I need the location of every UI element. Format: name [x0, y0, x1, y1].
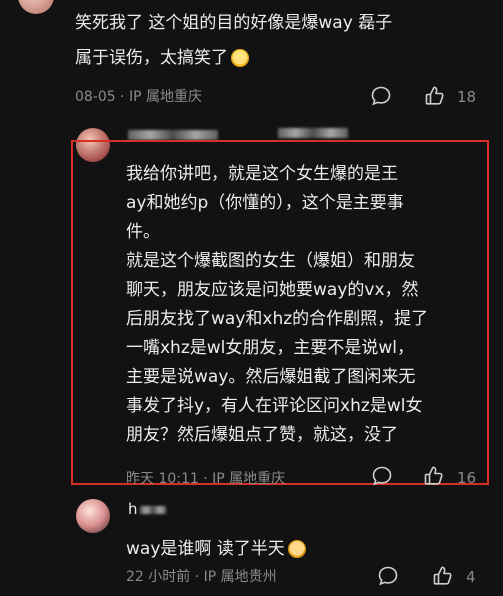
comment-text: 笑死我了 这个姐的目的好像是爆way 磊子 属于误伤，太搞笑了: [75, 9, 495, 73]
like-count: 4: [466, 568, 476, 586]
comment-line: 主要是说way。然后爆姐截了图闲来无: [126, 367, 416, 387]
cat-laughing-emoji: [287, 540, 306, 558]
comment-line: 件。: [126, 222, 160, 242]
like-count: 16: [457, 469, 477, 487]
comment-line: 事发了抖y，有人在评论区问xhz是wl女: [126, 396, 423, 416]
comment-text: way是谁啊 读了半天: [126, 535, 466, 564]
reply-icon[interactable]: [376, 564, 400, 588]
comment-line: 一嘴xhz是wl女朋友，主要不是说wl，: [126, 338, 415, 358]
comment-text: 我给你讲吧，就是这个女生爆的是王 ay和她约p（你懂的），这个是主要事 件。 就…: [126, 160, 496, 450]
comment-line: ay和她约p（你懂的），这个是主要事: [126, 193, 404, 213]
laughing-crying-emoji: [231, 49, 249, 67]
comment-line: 后朋友找了way和xhz的合作剧照，提了: [126, 309, 429, 329]
comment-meta: 昨天 10:11 · IP 属地重庆: [126, 471, 286, 487]
comment-line: 我给你讲吧，就是这个女生爆的是王: [126, 164, 398, 184]
blurred-username: [140, 506, 166, 514]
comment-meta: 08-05 · IP 属地重庆: [75, 89, 203, 105]
username-initial: h: [128, 500, 138, 518]
like-icon[interactable]: [431, 564, 455, 588]
comment-meta: 22 小时前 · IP 属地贵州: [126, 569, 277, 585]
avatar[interactable]: [18, 0, 54, 14]
comment-line-text: 属于误伤，太搞笑了: [75, 48, 228, 68]
blurred-username: [128, 130, 218, 140]
avatar[interactable]: [76, 499, 110, 533]
username[interactable]: h: [128, 500, 138, 518]
reply-icon[interactable]: [369, 84, 393, 108]
comment-line: 朋友？然后爆姐点了赞，就这，没了: [126, 425, 398, 445]
reply-icon[interactable]: [370, 464, 394, 488]
comment-line: 聊天，朋友应该是问她要way的vx，然: [126, 280, 419, 300]
comment-line: 就是这个爆截图的女生（爆姐）和朋友: [126, 251, 415, 271]
like-icon[interactable]: [423, 84, 447, 108]
like-icon[interactable]: [422, 464, 446, 488]
like-count: 18: [457, 88, 477, 106]
comment-line: way是谁啊 读了半天: [126, 539, 285, 559]
comment-line: 属于误伤，太搞笑了: [75, 44, 495, 73]
blurred-username: [278, 128, 348, 138]
comment-line: 笑死我了 这个姐的目的好像是爆way 磊子: [75, 13, 393, 33]
